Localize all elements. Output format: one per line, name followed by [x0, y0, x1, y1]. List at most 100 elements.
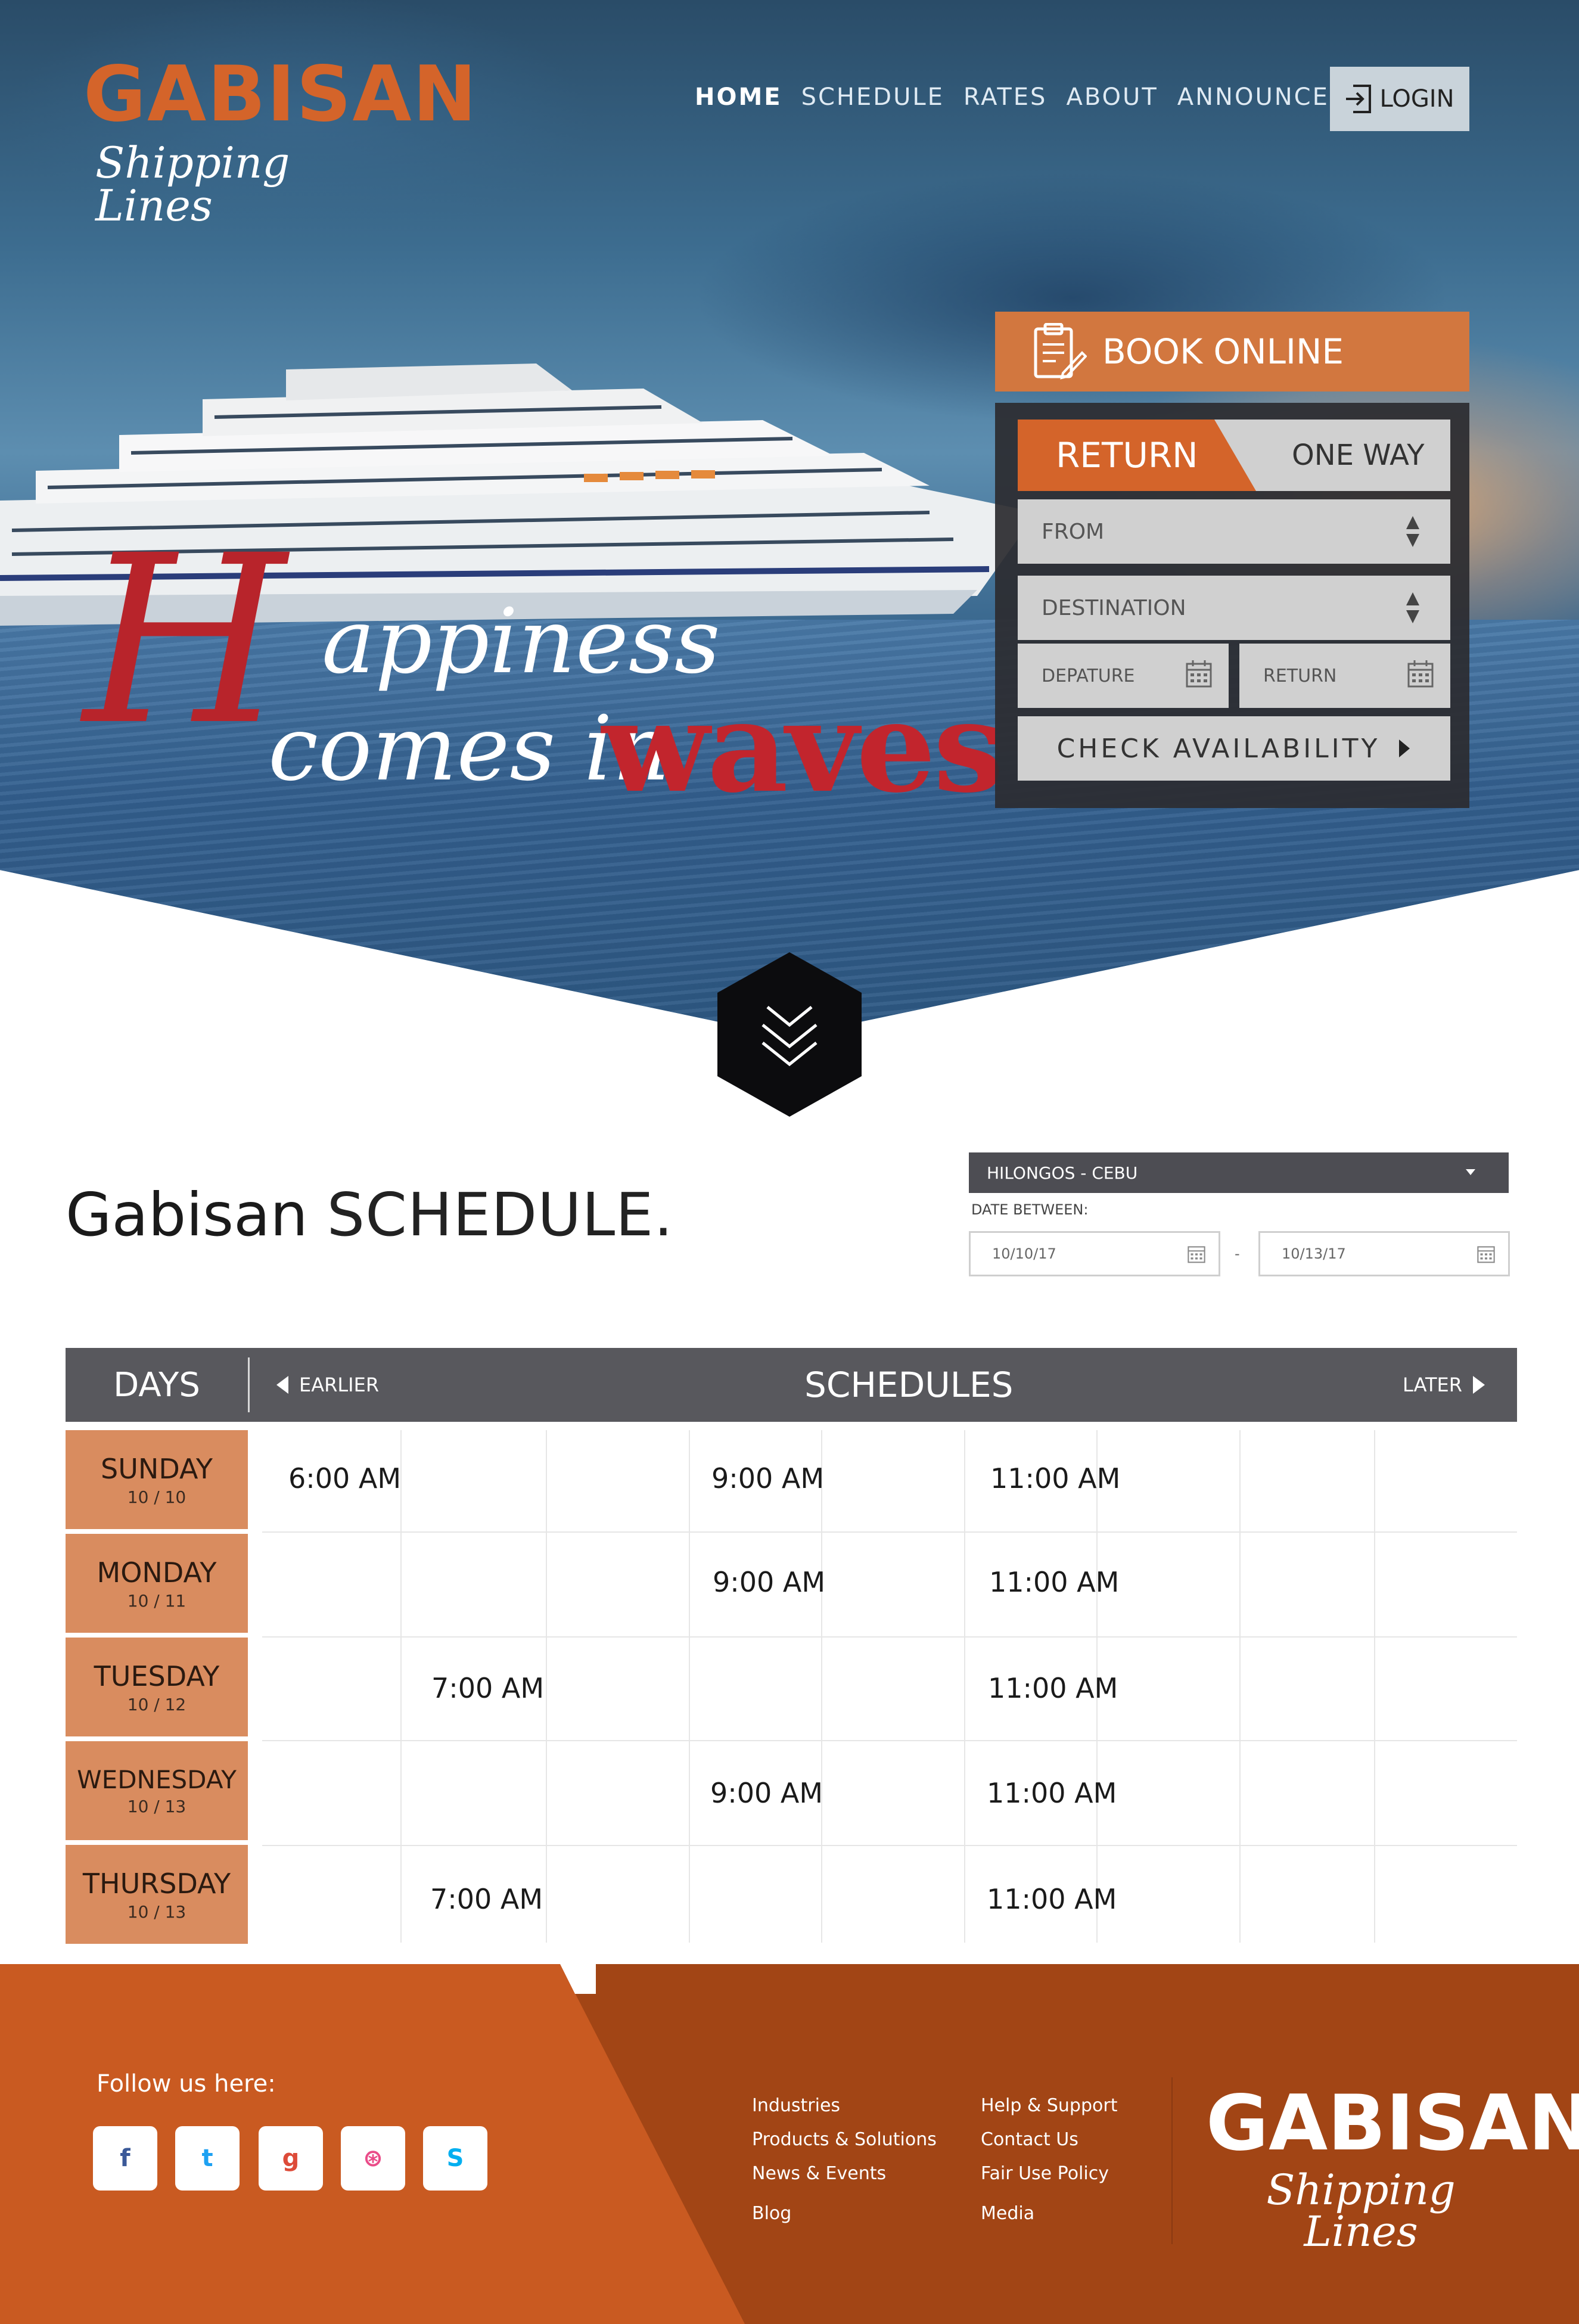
main-nav: HOME SCHEDULE RATES ABOUT ANNOUNCEMENT: [695, 83, 1404, 111]
day-row-wednesday: WEDNESDAY 10 / 13: [66, 1741, 248, 1840]
tab-return[interactable]: RETURN: [1018, 420, 1256, 491]
grid-column-line: [821, 1430, 822, 1943]
departure-time[interactable]: 11:00 AM: [987, 1777, 1117, 1809]
tab-one-way[interactable]: ONE WAY: [1292, 420, 1450, 491]
grid-row-line: [262, 1845, 1517, 1846]
days-column-header: DAYS: [113, 1365, 200, 1405]
schedule-grid: SUNDAY 10 / 10 MONDAY 10 / 11 TUESDAY 10…: [66, 1430, 1517, 1944]
route-select[interactable]: HILONGOS - CEBU: [969, 1152, 1509, 1193]
date-from-input[interactable]: 10/10/17: [969, 1231, 1220, 1276]
day-name: MONDAY: [97, 1556, 217, 1589]
footer-link-industries[interactable]: Industries: [752, 2095, 937, 2129]
departure-time[interactable]: 9:00 AM: [711, 1462, 824, 1495]
calendar-icon: [1186, 660, 1212, 688]
later-label: LATER: [1403, 1374, 1462, 1396]
footer-brand-logo[interactable]: GABISAN Shipping Lines: [1206, 2079, 1579, 2256]
departure-time[interactable]: 11:00 AM: [990, 1462, 1120, 1495]
later-button[interactable]: LATER: [1403, 1348, 1486, 1422]
day-name: TUESDAY: [94, 1660, 220, 1692]
footer-link-news[interactable]: News & Events: [752, 2163, 937, 2197]
skype-icon: S: [446, 2145, 464, 2172]
departure-time[interactable]: 7:00 AM: [431, 1672, 544, 1704]
departure-time[interactable]: 11:00 AM: [989, 1566, 1119, 1598]
schedule-title-bold: Gabisan: [66, 1180, 308, 1250]
booking-form: RETURN ONE WAY FROM DESTINATION DEPATURE…: [995, 403, 1469, 808]
header-divider: [248, 1357, 250, 1412]
footer-link-blog[interactable]: Blog: [752, 2203, 937, 2237]
footer-links-col1: Industries Products & Solutions News & E…: [752, 2095, 937, 2237]
departure-placeholder: DEPATURE: [1042, 665, 1135, 686]
day-name: WEDNESDAY: [77, 1765, 237, 1794]
grid-column-line: [964, 1430, 965, 1943]
follow-us-label: Follow us here:: [97, 2070, 276, 2098]
nav-rates[interactable]: RATES: [963, 83, 1048, 111]
day-date: 10 / 13: [127, 1902, 187, 1922]
departure-time[interactable]: 11:00 AM: [987, 1883, 1117, 1915]
scroll-down-hex-button[interactable]: [715, 951, 864, 1118]
return-date-input[interactable]: RETURN: [1239, 644, 1450, 708]
departure-time[interactable]: 7:00 AM: [430, 1883, 543, 1915]
grid-column-line: [689, 1430, 690, 1943]
footer-link-help[interactable]: Help & Support: [981, 2095, 1117, 2129]
sort-arrows-icon: [1406, 592, 1419, 623]
schedule-title: Gabisan SCHEDULE.: [66, 1180, 673, 1250]
google-plus-button[interactable]: g: [259, 2126, 323, 2191]
destination-placeholder: DESTINATION: [1042, 595, 1186, 620]
departure-time[interactable]: 9:00 AM: [710, 1777, 823, 1809]
date-between-label: DATE BETWEEN:: [971, 1201, 1089, 1218]
day-name: THURSDAY: [82, 1867, 231, 1900]
brand-subtitle: Shipping Lines: [95, 138, 290, 231]
day-date: 10 / 11: [127, 1590, 187, 1611]
calendar-icon: [1477, 1246, 1495, 1263]
login-label: LOGIN: [1379, 85, 1454, 113]
skype-button[interactable]: S: [423, 2126, 487, 2191]
grid-column-line: [1239, 1430, 1241, 1943]
facebook-button[interactable]: f: [93, 2126, 157, 2191]
check-availability-button[interactable]: CHECK AVAILABILITY: [1018, 716, 1450, 781]
date-to-value: 10/13/17: [1282, 1245, 1346, 1262]
day-name: SUNDAY: [101, 1452, 213, 1485]
brand-name: GABISAN: [83, 50, 478, 139]
schedule-table-header: DAYS EARLIER SCHEDULES LATER: [66, 1348, 1517, 1422]
footer-link-products[interactable]: Products & Solutions: [752, 2129, 937, 2163]
calendar-icon: [1188, 1246, 1205, 1263]
destination-select[interactable]: DESTINATION: [1018, 576, 1450, 640]
book-online-title: BOOK ONLINE: [1102, 331, 1344, 372]
departure-time[interactable]: 6:00 AM: [288, 1462, 401, 1495]
hero-tagline: H appiness comes in waves: [83, 505, 1004, 834]
grid-column-line: [1374, 1430, 1375, 1943]
departure-time[interactable]: 11:00 AM: [988, 1672, 1118, 1704]
departure-date-input[interactable]: DEPATURE: [1018, 644, 1229, 708]
grid-row-line: [262, 1636, 1517, 1638]
date-separator: -: [1235, 1245, 1240, 1262]
login-button[interactable]: LOGIN: [1330, 67, 1469, 131]
twitter-button[interactable]: t: [175, 2126, 240, 2191]
return-placeholder: RETURN: [1263, 665, 1337, 686]
grid-column-line: [400, 1430, 402, 1943]
tagline-initial: H: [83, 505, 287, 776]
date-to-input[interactable]: 10/13/17: [1258, 1231, 1510, 1276]
schedules-column-header: SCHEDULES: [804, 1365, 1014, 1405]
footer-link-media[interactable]: Media: [981, 2203, 1117, 2237]
earlier-button[interactable]: EARLIER: [275, 1348, 379, 1422]
facebook-icon: f: [120, 2145, 130, 2172]
route-value: HILONGOS - CEBU: [987, 1163, 1138, 1183]
earlier-label: EARLIER: [299, 1374, 380, 1396]
departure-time[interactable]: 9:00 AM: [713, 1566, 825, 1598]
footer-link-contact[interactable]: Contact Us: [981, 2129, 1117, 2163]
nav-about[interactable]: ABOUT: [1066, 83, 1158, 111]
footer-link-fair-use[interactable]: Fair Use Policy: [981, 2163, 1117, 2197]
grid-row-line: [262, 1740, 1517, 1741]
nav-home[interactable]: HOME: [695, 83, 782, 111]
from-select[interactable]: FROM: [1018, 499, 1450, 564]
date-from-value: 10/10/17: [992, 1245, 1056, 1262]
grid-row-line: [262, 1531, 1517, 1533]
day-date: 10 / 13: [127, 1797, 187, 1816]
trip-type-tabs: RETURN ONE WAY: [1018, 420, 1450, 491]
footer-brand-subtitle: Shipping Lines: [1266, 2165, 1456, 2256]
dribbble-button[interactable]: ⊛: [341, 2126, 405, 2191]
brand-logo[interactable]: GABISAN Shipping Lines: [83, 50, 478, 231]
nav-schedule[interactable]: SCHEDULE: [801, 83, 944, 111]
footer-brand-name: GABISAN: [1206, 2079, 1579, 2168]
login-icon: [1346, 85, 1372, 113]
